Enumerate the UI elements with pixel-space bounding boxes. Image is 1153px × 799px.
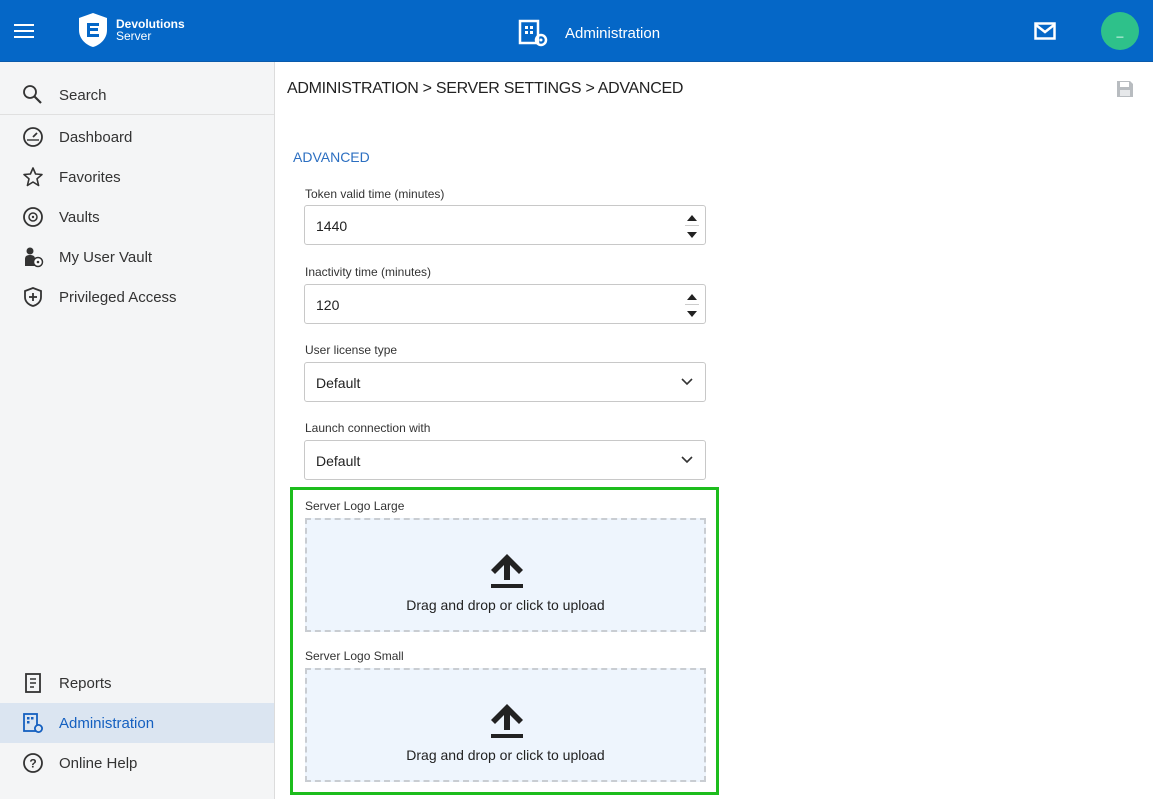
server-logo-large-dropzone[interactable]: Drag and drop or click to upload — [305, 518, 706, 632]
inactivity-time-input[interactable]: 120 — [304, 284, 706, 324]
brand-logo[interactable]: Devolutions Server — [76, 10, 185, 50]
sidebar-item-label: Administration — [59, 714, 155, 732]
top-bar: Devolutions Server Administration _ — [0, 0, 1153, 62]
user-license-type-select[interactable]: Default — [304, 362, 706, 402]
server-logo-small-dropzone[interactable]: Drag and drop or click to upload — [305, 668, 706, 782]
sidebar-item-label: Dashboard — [59, 128, 133, 146]
brand-product: Server — [116, 29, 152, 43]
sidebar-item-my-user-vault[interactable]: My User Vault — [0, 237, 274, 277]
decrement-button[interactable] — [683, 227, 701, 241]
sidebar-item-administration[interactable]: Administration — [0, 703, 274, 743]
token-valid-time-value: 1440 — [316, 218, 348, 234]
sidebar-item-privileged-access[interactable]: Privileged Access — [0, 277, 274, 317]
upload-icon — [491, 554, 523, 588]
sidebar-item-vaults[interactable]: Vaults — [0, 197, 274, 237]
sidebar-item-label: Vaults — [59, 208, 100, 226]
quantity-stepper — [683, 290, 701, 320]
sidebar-item-favorites[interactable]: Favorites — [0, 157, 274, 197]
sidebar-item-label: Reports — [59, 674, 112, 692]
sidebar-item-label: My User Vault — [59, 248, 153, 266]
sidebar-item-online-help[interactable]: ? Online Help — [0, 743, 274, 783]
caret-up-icon — [687, 214, 697, 221]
search-icon — [22, 84, 44, 106]
dashboard-icon — [22, 126, 44, 148]
section-title: ADVANCED — [293, 149, 370, 165]
server-logo-small-label: Server Logo Small — [305, 649, 404, 663]
caret-down-icon — [687, 231, 697, 238]
server-logo-large-label: Server Logo Large — [305, 499, 405, 513]
increment-button[interactable] — [683, 211, 701, 225]
divider — [0, 114, 274, 115]
svg-text:?: ? — [29, 757, 36, 771]
administration-icon — [22, 712, 44, 734]
save-icon[interactable] — [1115, 79, 1135, 99]
increment-button[interactable] — [683, 290, 701, 304]
user-vault-icon — [22, 246, 44, 268]
user-license-type-label: User license type — [305, 343, 398, 357]
sidebar-item-label: Privileged Access — [59, 288, 177, 306]
sidebar-item-reports[interactable]: Reports — [0, 663, 274, 703]
upload-icon — [491, 704, 523, 738]
help-icon: ? — [22, 752, 44, 774]
user-license-type-value: Default — [316, 375, 361, 391]
vault-icon — [22, 206, 44, 228]
sidebar-item-search[interactable]: Search — [0, 75, 274, 115]
launch-connection-value: Default — [316, 453, 361, 469]
decrement-button[interactable] — [683, 306, 701, 320]
token-valid-time-input[interactable]: 1440 — [304, 205, 706, 245]
sidebar-item-dashboard[interactable]: Dashboard — [0, 117, 274, 157]
devolutions-shield-icon — [79, 13, 107, 47]
quantity-stepper — [683, 211, 701, 241]
launch-connection-label: Launch connection with — [305, 421, 431, 435]
administration-icon — [518, 19, 548, 47]
upload-instruction: Drag and drop or click to upload — [406, 597, 605, 613]
menu-icon[interactable] — [12, 20, 36, 42]
sidebar-item-label: Favorites — [59, 168, 121, 186]
chevron-down-icon — [681, 378, 693, 386]
breadcrumb: ADMINISTRATION > SERVER SETTINGS > ADVAN… — [287, 80, 684, 97]
caret-down-icon — [687, 310, 697, 317]
sidebar-item-label: Online Help — [59, 754, 138, 772]
sidebar-item-label: Search — [59, 86, 107, 104]
chevron-down-icon — [681, 456, 693, 464]
mail-icon[interactable] — [1034, 22, 1056, 40]
upload-instruction: Drag and drop or click to upload — [406, 747, 605, 763]
inactivity-time-label: Inactivity time (minutes) — [305, 265, 432, 279]
sidebar: Search Dashboard Favorites Vaults My Use… — [0, 62, 275, 799]
star-icon — [22, 166, 44, 188]
avatar[interactable]: _ — [1101, 12, 1139, 50]
launch-connection-select[interactable]: Default — [304, 440, 706, 480]
shield-icon — [22, 286, 44, 308]
token-valid-time-label: Token valid time (minutes) — [305, 187, 445, 201]
header-title-area: Administration — [517, 18, 660, 48]
header-title: Administration — [565, 24, 661, 42]
inactivity-time-value: 120 — [316, 297, 340, 313]
reports-icon — [22, 672, 44, 694]
caret-up-icon — [687, 293, 697, 300]
